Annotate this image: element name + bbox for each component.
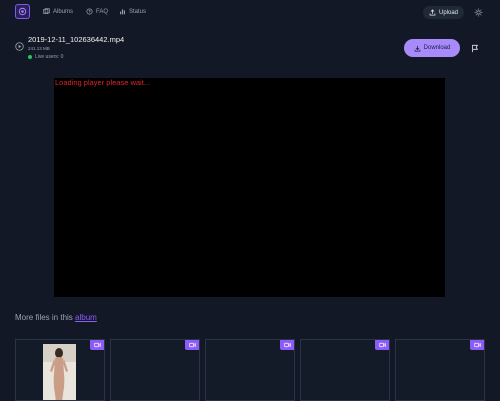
video-camera-icon xyxy=(188,342,196,348)
upload-button[interactable]: Upload xyxy=(423,6,464,19)
video-badge xyxy=(375,340,389,350)
file-thumbnail[interactable] xyxy=(205,339,295,401)
download-button[interactable]: Download xyxy=(404,39,460,57)
video-player[interactable]: Loading player please wait... xyxy=(54,78,445,297)
album-link[interactable]: album xyxy=(75,313,97,322)
logo-icon xyxy=(18,7,27,16)
video-badge xyxy=(470,340,484,350)
sun-icon xyxy=(474,8,482,16)
live-indicator-dot xyxy=(28,55,32,59)
site-logo[interactable] xyxy=(15,4,30,19)
nav-status-label: Status xyxy=(129,8,147,15)
video-badge xyxy=(280,340,294,350)
report-button[interactable] xyxy=(470,43,480,53)
play-circle-icon xyxy=(15,42,24,51)
nav-albums-label: Albums xyxy=(53,8,74,15)
preview-image xyxy=(43,344,76,400)
video-camera-icon xyxy=(93,342,101,348)
theme-toggle-button[interactable] xyxy=(473,7,483,17)
nav-status[interactable]: Status xyxy=(119,8,146,15)
bar-chart-icon xyxy=(120,9,125,15)
nav-albums[interactable]: Albums xyxy=(43,8,73,15)
video-badge xyxy=(90,340,104,350)
upload-label: Upload xyxy=(438,9,458,16)
video-camera-icon xyxy=(473,342,481,348)
nav-faq[interactable]: FAQ xyxy=(86,8,108,15)
video-camera-icon xyxy=(283,342,291,348)
file-name: 2019-12-11_102636442.mp4 xyxy=(28,35,125,44)
video-camera-icon xyxy=(378,342,386,348)
download-icon xyxy=(414,45,420,52)
file-size: 241.13 MB xyxy=(28,46,50,51)
file-thumbnail[interactable] xyxy=(110,339,200,401)
live-users-text: Live users: 0 xyxy=(35,54,64,60)
video-badge xyxy=(185,340,199,350)
download-label: Download xyxy=(423,45,451,51)
albums-icon xyxy=(43,8,50,14)
file-thumbnail[interactable] xyxy=(395,339,485,401)
player-loading-message: Loading player please wait... xyxy=(55,78,151,87)
upload-icon xyxy=(429,9,436,16)
nav-faq-label: FAQ xyxy=(96,8,109,15)
file-thumbnail[interactable] xyxy=(15,339,105,401)
live-users-status: Live users: 0 xyxy=(28,54,63,60)
help-circle-icon xyxy=(86,8,93,15)
more-files-text: More files in this xyxy=(15,313,76,322)
flag-icon xyxy=(472,44,479,52)
file-thumbnail[interactable] xyxy=(300,339,390,401)
more-files-heading: More files in this album xyxy=(15,313,97,322)
